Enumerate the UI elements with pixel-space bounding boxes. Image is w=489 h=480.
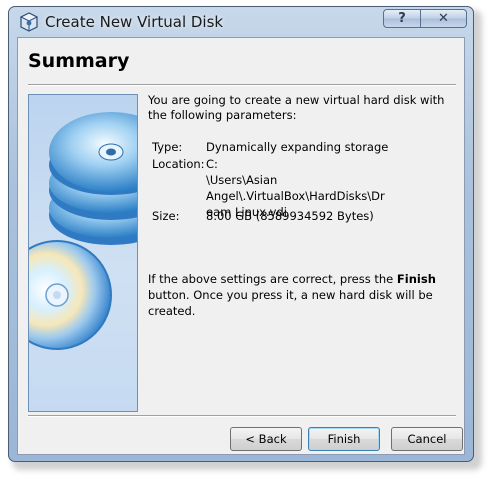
param-value: Dynamically expanding storage <box>206 140 389 154</box>
param-row-type: Type: Dynamically expanding storage <box>152 139 452 156</box>
param-value: 8.00 GB (8589934592 Bytes) <box>206 209 374 223</box>
close-button[interactable]: ✕ <box>421 9 467 28</box>
outro-text-start: If the above settings are correct, press… <box>148 272 397 286</box>
param-row-location: Location: C: \Users\Asian Angel\.Virtual… <box>152 156 452 219</box>
dialog-window: Create New Virtual Disk ? ✕ Summary You … <box>8 6 474 462</box>
param-label: Size: <box>152 209 180 223</box>
window-title: Create New Virtual Disk <box>45 13 224 31</box>
outro-text-end: button. Once you press it, a new hard di… <box>148 288 433 318</box>
outro-finish-emphasis: Finish <box>396 272 436 286</box>
finish-button[interactable]: Finish <box>308 427 380 451</box>
param-label: Type: <box>152 140 183 154</box>
virtualbox-icon <box>19 12 39 32</box>
caption-buttons: ? ✕ <box>383 9 467 29</box>
help-button[interactable]: ? <box>383 9 421 28</box>
intro-text: You are going to create a new virtual ha… <box>148 93 445 122</box>
disc-stack-icon <box>29 112 137 350</box>
header-divider <box>28 84 456 86</box>
parameter-list: Type: Dynamically expanding storage Loca… <box>152 139 452 225</box>
dialog-client-area: Summary You are going to create a new vi… <box>17 37 465 455</box>
footer-divider <box>28 415 456 417</box>
wizard-buttons: < Back Finish Cancel <box>18 427 464 451</box>
cancel-button[interactable]: Cancel <box>391 427 463 451</box>
back-button[interactable]: < Back <box>230 427 302 451</box>
param-row-size: Size: 8.00 GB (8589934592 Bytes) <box>152 208 452 225</box>
param-label: Location: <box>152 157 205 171</box>
wizard-side-image <box>28 94 138 412</box>
outro-text: If the above settings are correct, press… <box>148 271 448 319</box>
page-title: Summary <box>28 50 130 72</box>
title-bar[interactable]: Create New Virtual Disk ? ✕ <box>9 7 473 37</box>
